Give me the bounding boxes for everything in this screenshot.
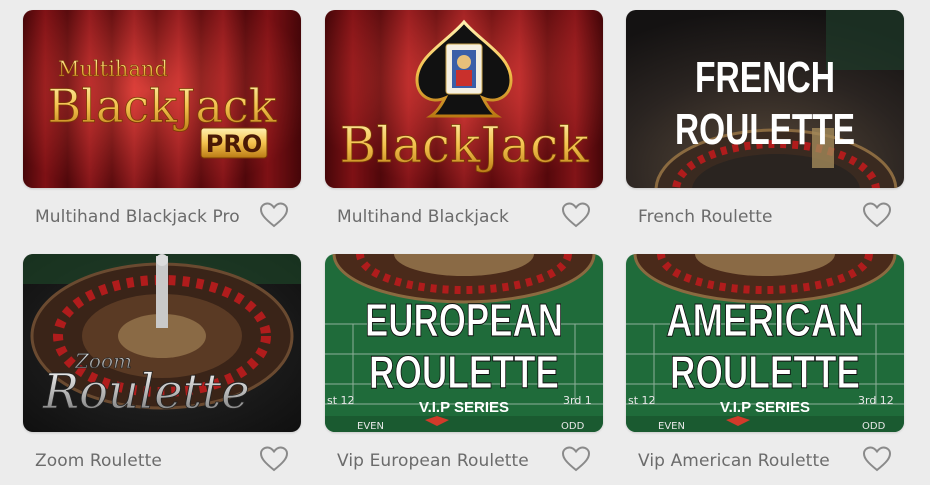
game-card[interactable]: st 12 3rd 1 EVEN ODD EUROPEAN ROULETTE V… (325, 254, 603, 484)
art-line3: V.I.P SERIES (720, 399, 810, 416)
heart-outline-icon[interactable] (862, 445, 892, 473)
art-odd: ODD (561, 421, 585, 432)
art-line1: EUROPEAN (365, 294, 563, 346)
game-title[interactable]: Vip American Roulette (638, 451, 830, 471)
art-line1: AMERICAN (666, 294, 864, 346)
art-word: BlackJack (340, 116, 590, 174)
game-thumbnail[interactable]: Zoom Roulette (23, 254, 301, 432)
art-table-right: 3rd 1 (563, 394, 592, 407)
game-grid: Multihand BlackJack PRO Multihand Blackj… (0, 0, 930, 485)
game-card[interactable]: Multihand BlackJack PRO Multihand Blackj… (23, 10, 301, 240)
game-thumbnail[interactable]: st 12 3rd 1 EVEN ODD EUROPEAN ROULETTE V… (325, 254, 603, 432)
game-card[interactable]: Zoom Roulette Zoom Roulette (23, 254, 301, 484)
game-card[interactable]: FRENCH ROULETTE French Roulette (626, 10, 904, 240)
heart-outline-icon[interactable] (862, 201, 892, 229)
blackjack-pro-artwork: Multihand BlackJack PRO (23, 10, 301, 188)
game-card[interactable]: st 12 3rd 12 EVEN ODD AMERICAN ROULETTE … (626, 254, 904, 484)
french-roulette-artwork: FRENCH ROULETTE (626, 10, 904, 188)
art-odd: ODD (862, 421, 886, 432)
art-line3: V.I.P SERIES (419, 399, 509, 416)
heart-outline-icon[interactable] (561, 201, 591, 229)
game-thumbnail[interactable]: BlackJack (325, 10, 603, 188)
game-title[interactable]: Multihand Blackjack Pro (35, 207, 240, 227)
game-title[interactable]: Multihand Blackjack (337, 207, 509, 227)
game-card[interactable]: BlackJack Multihand Blackjack (325, 10, 603, 240)
art-table-left: st 12 (327, 394, 355, 407)
heart-outline-icon[interactable] (259, 445, 289, 473)
art-table-left: st 12 (628, 394, 656, 407)
zoom-roulette-artwork: Zoom Roulette (23, 254, 301, 432)
blackjack-artwork: BlackJack (325, 10, 603, 188)
art-line2: ROULETTE (675, 105, 855, 154)
art-line1: Multihand (58, 57, 168, 81)
vip-european-roulette-artwork: st 12 3rd 1 EVEN ODD EUROPEAN ROULETTE V… (325, 254, 603, 432)
game-thumbnail[interactable]: st 12 3rd 12 EVEN ODD AMERICAN ROULETTE … (626, 254, 904, 432)
game-thumbnail[interactable]: Multihand BlackJack PRO (23, 10, 301, 188)
art-line2: ROULETTE (369, 346, 559, 398)
game-title[interactable]: Vip European Roulette (337, 451, 529, 471)
game-thumbnail[interactable]: FRENCH ROULETTE (626, 10, 904, 188)
art-line1: FRENCH (695, 53, 835, 102)
art-line2: ROULETTE (670, 346, 860, 398)
art-even: EVEN (357, 421, 384, 432)
art-line2: BlackJack (47, 79, 277, 133)
heart-outline-icon[interactable] (561, 445, 591, 473)
art-badge: PRO (206, 130, 262, 158)
vip-american-roulette-artwork: st 12 3rd 12 EVEN ODD AMERICAN ROULETTE … (626, 254, 904, 432)
art-table-right: 3rd 12 (858, 394, 894, 407)
heart-outline-icon[interactable] (259, 201, 289, 229)
game-title[interactable]: French Roulette (638, 207, 773, 227)
art-line2: Roulette (42, 364, 250, 420)
art-even: EVEN (658, 421, 685, 432)
game-title[interactable]: Zoom Roulette (35, 451, 162, 471)
